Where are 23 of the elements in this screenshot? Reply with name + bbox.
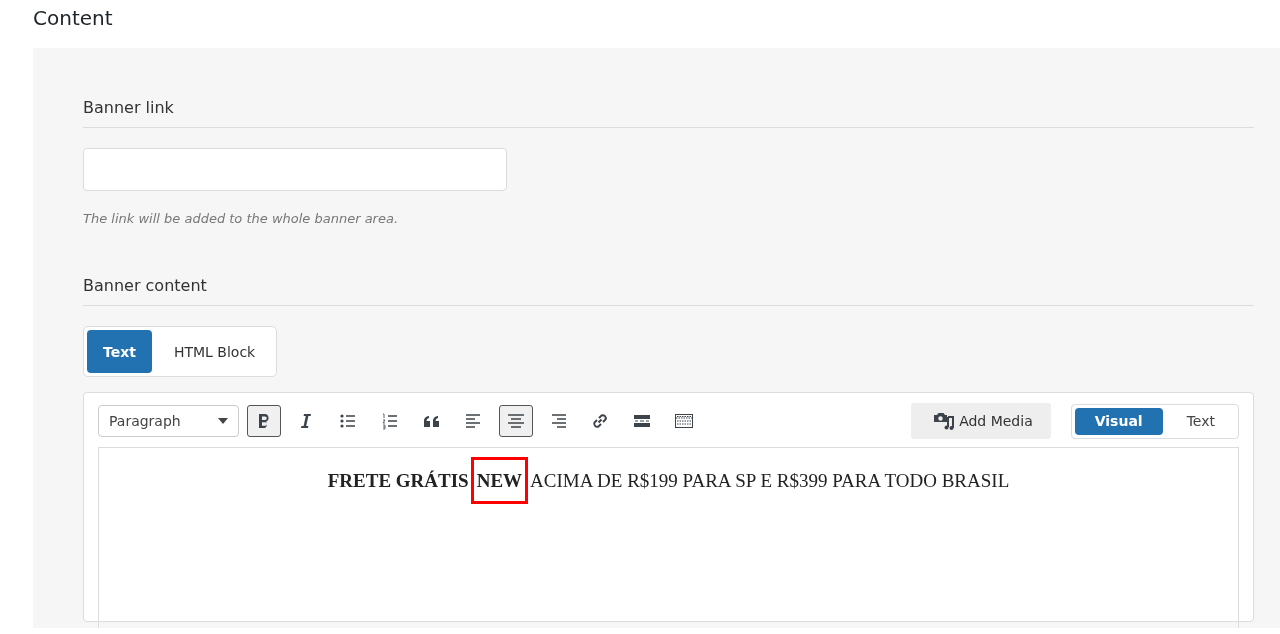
page-title: Content xyxy=(32,5,114,32)
editor-content-area[interactable]: FRETE GRÁTIS NEW ACIMA DE R$199 PARA SP E R$399 PARA TODO BRASIL xyxy=(98,447,1239,628)
align-center-icon xyxy=(506,411,526,431)
section-label: Banner content xyxy=(83,276,1254,306)
content-text: FRETE GRÁTIS xyxy=(326,469,470,493)
camera-music-icon xyxy=(933,411,956,431)
help-text: The link will be added to the whole banner area. xyxy=(83,211,400,226)
caret-icon xyxy=(218,418,228,424)
link-input-field[interactable] xyxy=(83,148,507,191)
toolbar-icon xyxy=(674,411,694,431)
link-icon xyxy=(590,411,610,431)
numbers-icon xyxy=(380,411,400,431)
align-center-tool-button[interactable] xyxy=(499,405,533,437)
bold-tool-button[interactable] xyxy=(247,405,281,437)
section-label: Banner link xyxy=(83,98,1254,128)
format-dropdown[interactable]: Paragraph xyxy=(98,405,239,437)
mode-tab[interactable]: Text xyxy=(87,330,152,373)
mode-tab[interactable]: HTML Block xyxy=(155,330,274,373)
view-tab[interactable]: Text xyxy=(1166,407,1235,435)
content-text: ACIMA DE R$199 PARA SP E R$399 PARA TODO BRASIL xyxy=(529,469,1011,493)
content-text: NEW xyxy=(473,460,526,501)
add-media-button[interactable]: Add Media xyxy=(911,403,1051,439)
view-tab[interactable]: Visual xyxy=(1074,407,1163,435)
